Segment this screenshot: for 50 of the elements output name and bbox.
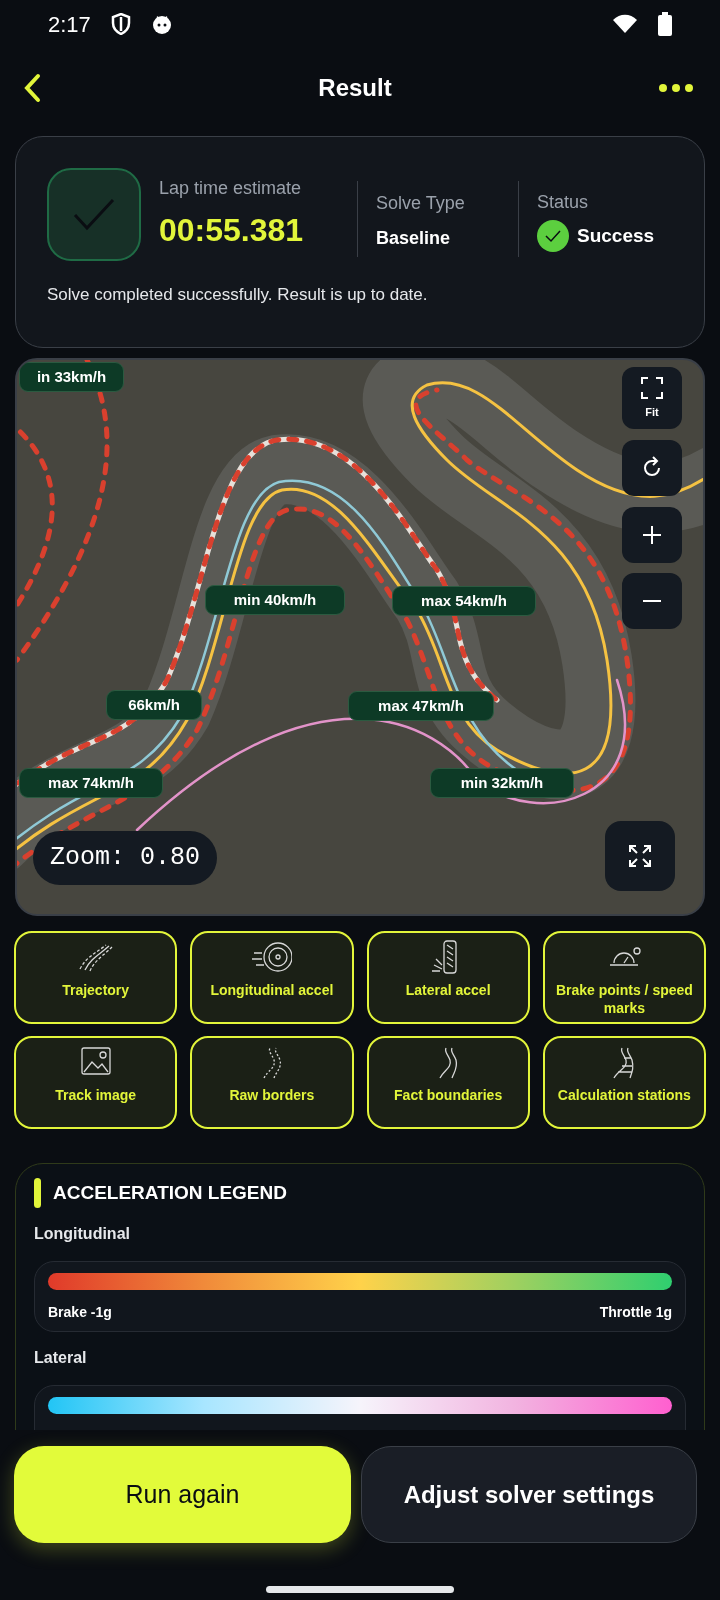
layer-toggle-button[interactable]: Raw borders [190, 1036, 354, 1129]
status-time: 2:17 [48, 10, 91, 39]
scale-label: Longitudinal [34, 1224, 131, 1244]
run-again-button[interactable]: Run again [14, 1446, 351, 1543]
solve-message: Solve completed successfully. Result is up to date. [47, 284, 429, 306]
rotate-button[interactable] [622, 440, 682, 496]
wifi-icon [612, 14, 638, 34]
expand-arrows-icon [627, 843, 653, 869]
fit-button[interactable]: Fit [622, 367, 682, 429]
speed-marker-label: max 47km/h [348, 691, 494, 721]
status-label: Status [537, 191, 590, 214]
layer-toggle-button[interactable]: Track image [14, 1036, 178, 1129]
layer-toggle-button[interactable]: Calculation stations [542, 1036, 706, 1129]
track-map[interactable]: in 33km/h min 40km/h max 54km/h 66km/h max 47km/h max 74km/h min 32km/h Fit Zoom: 0.80 [15, 358, 705, 916]
fit-frame-icon [640, 375, 664, 400]
scale-label: Lateral [34, 1348, 88, 1368]
zoom-in-button[interactable] [622, 507, 682, 563]
speed-marker-label: in 33km/h [19, 362, 124, 392]
page-title: Result [318, 73, 392, 103]
scale-max-label: Throttle 1g [599, 1303, 672, 1322]
speed-marker-label: min 32km/h [430, 768, 574, 798]
speed-marker-label: 66km/h [106, 690, 202, 720]
lap-time-label: Lap time estimate [159, 177, 303, 200]
layer-toggle-button[interactable]: Longitudinal accel [190, 931, 354, 1024]
shield-icon [110, 13, 131, 35]
plus-icon [642, 525, 662, 545]
layer-toggle-button[interactable]: Fact boundaries [366, 1036, 530, 1129]
battery-icon [658, 12, 672, 36]
solve-type-value: Baseline [376, 226, 452, 250]
scale-min-label: Brake -1g [48, 1303, 112, 1322]
layer-toggle-button[interactable]: Trajectory [14, 931, 178, 1024]
solve-type-label: Solve Type [376, 191, 466, 215]
more-dots-icon [658, 83, 694, 93]
lap-time-value: 00:55.381 [159, 211, 305, 250]
layer-toggle-button[interactable]: Lateral accel [366, 931, 530, 1024]
speed-marker-label: max 74km/h [19, 768, 163, 798]
cat-face-icon [150, 13, 173, 35]
back-chevron-icon [22, 73, 42, 103]
adjust-settings-button[interactable]: Adjust solver settings [361, 1446, 697, 1543]
fullscreen-button[interactable] [605, 821, 675, 891]
accent-bar [34, 1178, 41, 1208]
legend-title: ACCELERATION LEGEND [53, 1180, 287, 1205]
speed-marker-label: min 40km/h [205, 585, 345, 615]
minus-icon [642, 599, 662, 603]
speed-marker-label: max 54km/h [392, 586, 536, 616]
success-check-icon [537, 220, 569, 252]
status-value: Success [577, 223, 655, 248]
layer-toggle-button[interactable]: Brake points / speed marks [542, 931, 706, 1024]
zoom-indicator: Zoom: 0.80 [33, 831, 218, 885]
success-check-icon [47, 168, 141, 261]
